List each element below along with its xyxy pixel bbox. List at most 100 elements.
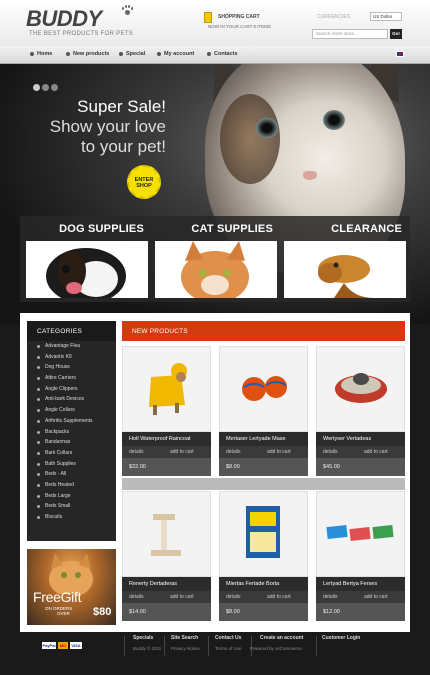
product-image[interactable] bbox=[122, 491, 211, 577]
details-link[interactable]: details bbox=[323, 449, 337, 455]
category-label: CLEARANCE bbox=[331, 223, 402, 235]
add-to-cart-link[interactable]: add to cart bbox=[267, 449, 291, 455]
details-link[interactable]: details bbox=[129, 594, 143, 600]
sidebar-item[interactable]: Beds Heated bbox=[27, 480, 116, 491]
footer-privacy-link[interactable]: Privacy Notice bbox=[171, 646, 200, 651]
nav-special[interactable]: Special bbox=[119, 51, 145, 57]
currency-select[interactable]: US Dollar bbox=[370, 12, 402, 21]
add-to-cart-link[interactable]: add to cart bbox=[170, 449, 194, 455]
sidebar-item[interactable]: Attire Carriers bbox=[27, 373, 116, 384]
bullet-icon bbox=[66, 51, 70, 56]
category-card-clearance[interactable]: CLEARANCE bbox=[280, 216, 406, 298]
sidebar-item[interactable]: Beds - All bbox=[27, 469, 116, 480]
product-image[interactable] bbox=[219, 346, 308, 432]
product-actions: details add to cart bbox=[122, 446, 211, 458]
footer-link-contact[interactable]: Contact Us bbox=[215, 635, 241, 641]
sidebar-item[interactable]: Advantix K9 bbox=[27, 352, 116, 363]
sidebar-item[interactable]: Angle Collars bbox=[27, 405, 116, 416]
bullet-icon bbox=[119, 51, 123, 56]
nav-home[interactable]: Home bbox=[30, 51, 52, 57]
sidebar-item[interactable]: Backpacks bbox=[27, 427, 116, 438]
nav-label: Special bbox=[126, 51, 146, 57]
site-logo[interactable]: BUDDY bbox=[26, 6, 102, 32]
lizard-photo bbox=[284, 241, 406, 298]
sidebar-item[interactable]: Arthritis Supplements bbox=[27, 416, 116, 427]
footer-link-specials[interactable]: Specials bbox=[133, 635, 153, 641]
paypal-logo: PayPal bbox=[42, 642, 56, 649]
gift-threshold: $80 bbox=[93, 606, 112, 618]
product-price: $8.00 bbox=[219, 458, 308, 476]
hero-subtitle-line: Show your love bbox=[49, 117, 166, 136]
nav-label: Home bbox=[37, 51, 53, 57]
bullet-icon bbox=[157, 51, 161, 56]
nav-label: Contacts bbox=[214, 51, 238, 57]
sidebar-item[interactable]: Angle Clippers bbox=[27, 384, 116, 395]
gift-cat-image bbox=[49, 553, 93, 594]
details-link[interactable]: details bbox=[323, 594, 337, 600]
add-to-cart-link[interactable]: add to cart bbox=[170, 594, 194, 600]
gift-title: FreeGift bbox=[33, 589, 82, 605]
sidebar-item[interactable]: Bandannas bbox=[27, 437, 116, 448]
hero-title: Super Sale! bbox=[77, 97, 166, 116]
sidebar-item[interactable]: Beds Small bbox=[27, 501, 116, 512]
details-link[interactable]: details bbox=[129, 449, 143, 455]
product-image[interactable] bbox=[122, 346, 211, 432]
shopping-cart[interactable]: SHOPPING CART NOW IN YOUR CART 0 ITEMS bbox=[204, 10, 274, 36]
gift-condition-line: OVER bbox=[57, 611, 70, 616]
sidebar-item[interactable]: Beds Large bbox=[27, 491, 116, 502]
categories-sidebar: CATEGORIES Advantage Flea Advantix K9 Do… bbox=[27, 321, 116, 541]
add-to-cart-link[interactable]: add to cart bbox=[364, 594, 388, 600]
sidebar-item[interactable]: Anti-bark Devices bbox=[27, 394, 116, 405]
enter-shop-button[interactable]: ENTER SHOP bbox=[127, 165, 161, 199]
sidebar-item[interactable]: Bath Supplies bbox=[27, 459, 116, 470]
nav-new-products[interactable]: New products bbox=[66, 51, 109, 57]
product-name[interactable]: Miertas Fertade Borta bbox=[219, 577, 308, 591]
footer-link-create-account[interactable]: Create an account bbox=[260, 635, 303, 641]
footer-powered-link[interactable]: Powered by osCommerce bbox=[250, 646, 302, 651]
product-name[interactable]: Renerty Dertaderas bbox=[122, 577, 211, 591]
slider-dot[interactable] bbox=[33, 84, 40, 91]
product-image[interactable] bbox=[316, 346, 405, 432]
product-image[interactable] bbox=[316, 491, 405, 577]
product-name[interactable]: Mertaser Lertyade Mase bbox=[219, 432, 308, 446]
sidebar-item[interactable]: Advantage Flea bbox=[27, 341, 116, 352]
hero-subtitle: Show your love to your pet! bbox=[50, 117, 166, 157]
sidebar-item[interactable]: Bark Collars bbox=[27, 448, 116, 459]
slider-pagination[interactable] bbox=[33, 84, 60, 93]
product-name[interactable]: Wertyser Vertadeas bbox=[316, 432, 405, 446]
product-name[interactable]: Hotl Waterproof Raincoat bbox=[122, 432, 211, 446]
add-to-cart-link[interactable]: add to cart bbox=[267, 594, 291, 600]
sidebar-item[interactable]: Biscuits bbox=[27, 512, 116, 523]
footer-divider bbox=[124, 636, 125, 656]
footer-link-site-search[interactable]: Site Search bbox=[171, 635, 198, 641]
footer-terms-link[interactable]: Terms of Use bbox=[215, 646, 242, 651]
category-banner-strip: DOG SUPPLIES CAT SUPPLIES CLEARANCE bbox=[20, 216, 410, 302]
nav-my-account[interactable]: My account bbox=[157, 51, 194, 57]
search-go-button[interactable]: Go! bbox=[390, 29, 402, 39]
product-image[interactable] bbox=[219, 491, 308, 577]
product-name[interactable]: Lertyad Bertya Ferses bbox=[316, 577, 405, 591]
details-link[interactable]: details bbox=[226, 449, 240, 455]
search-input[interactable]: Search entire store... bbox=[312, 29, 388, 39]
sidebar-item[interactable]: Dog House bbox=[27, 362, 116, 373]
cat-nose bbox=[303, 171, 317, 180]
free-gift-banner[interactable]: FreeGift ON ORDERS OVER $80 bbox=[27, 549, 116, 625]
product-card: Wertyser Vertadeas details add to cart $… bbox=[316, 346, 405, 484]
site-tagline: THE BEST PRODUCTS FOR PETS bbox=[29, 31, 134, 37]
cart-title[interactable]: SHOPPING CART bbox=[218, 14, 260, 20]
slider-dot[interactable] bbox=[51, 84, 58, 91]
slider-dot[interactable] bbox=[42, 84, 49, 91]
footer-link-login[interactable]: Customer Login bbox=[322, 635, 360, 641]
product-actions: details add to cart bbox=[316, 446, 405, 458]
new-products-heading: NEW PRODUCTS bbox=[122, 321, 405, 341]
category-card-dog[interactable]: DOG SUPPLIES bbox=[22, 216, 148, 298]
cat-eye-left bbox=[256, 118, 278, 138]
category-label: DOG SUPPLIES bbox=[59, 223, 144, 235]
category-card-cat[interactable]: CAT SUPPLIES bbox=[151, 216, 277, 298]
product-actions: details add to cart bbox=[219, 446, 308, 458]
product-card: Lertyad Bertya Ferses details add to car… bbox=[316, 491, 405, 629]
nav-contacts[interactable]: Contacts bbox=[207, 51, 238, 57]
add-to-cart-link[interactable]: add to cart bbox=[364, 449, 388, 455]
language-flag-icon[interactable] bbox=[396, 51, 404, 57]
details-link[interactable]: details bbox=[226, 594, 240, 600]
